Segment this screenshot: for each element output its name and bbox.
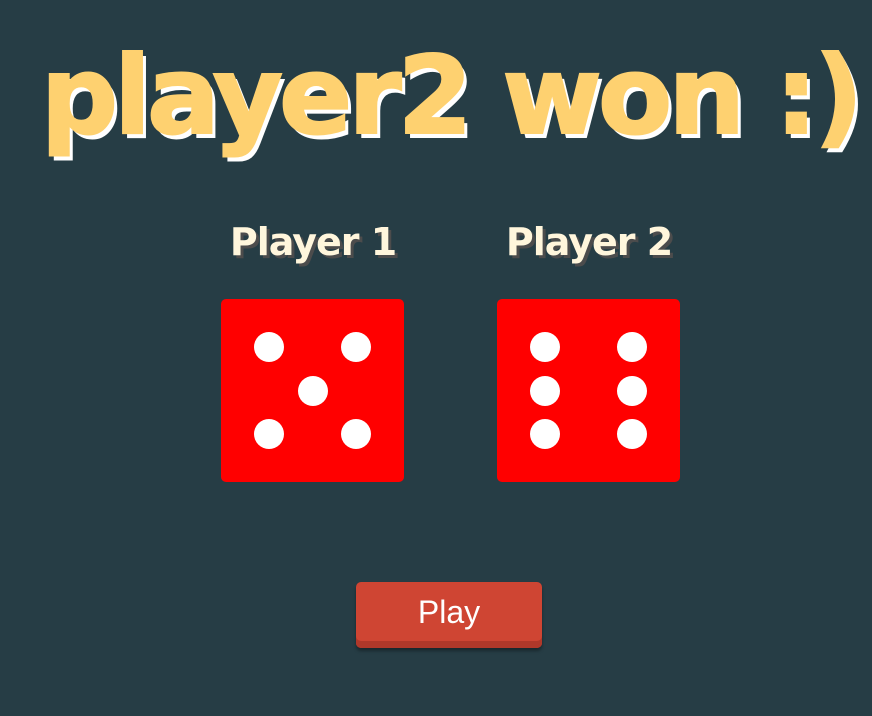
die-pip [253, 419, 284, 450]
player-2-die [497, 299, 680, 482]
player-2-label: Player 2 [505, 220, 673, 264]
die-pip [529, 419, 560, 450]
player-1-label: Player 1 [229, 220, 397, 264]
die-pip [341, 331, 372, 362]
player-1-die [221, 299, 404, 482]
die-pip [529, 331, 560, 362]
die-pip [253, 331, 284, 362]
die-pip [617, 331, 648, 362]
play-button[interactable]: Play [356, 582, 542, 648]
die-pip [297, 375, 328, 406]
die-pip [529, 375, 560, 406]
die-pip [617, 375, 648, 406]
result-title: player2 won :) [40, 33, 865, 160]
die-pip [341, 419, 372, 450]
die-pip [617, 419, 648, 450]
